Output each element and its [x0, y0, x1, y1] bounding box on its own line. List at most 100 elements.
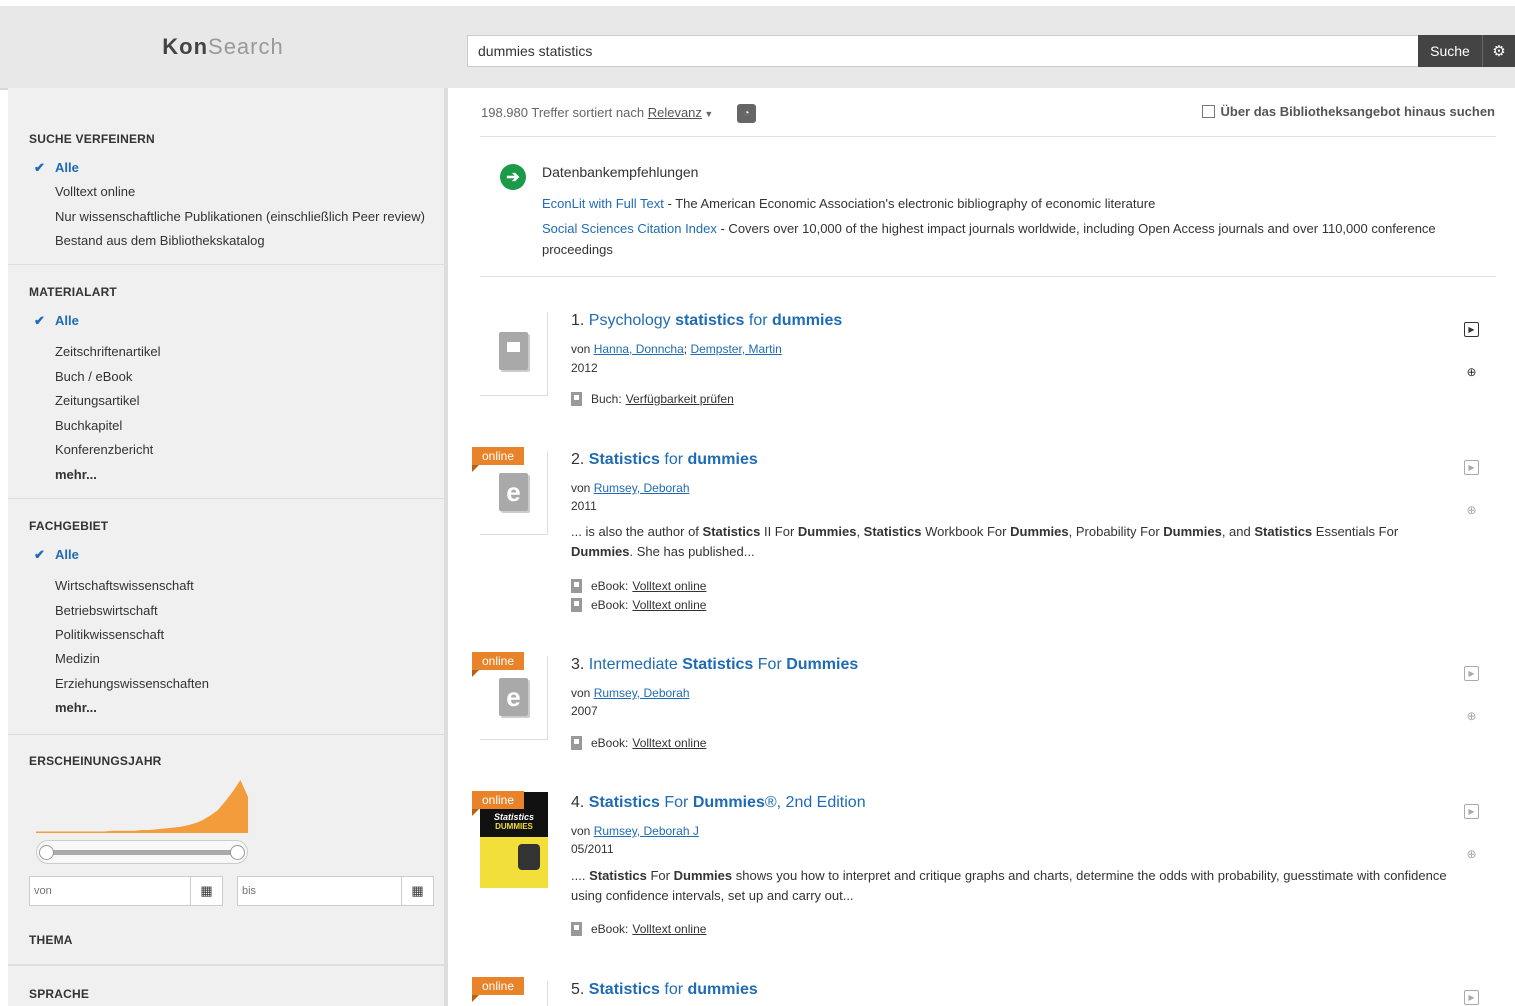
facet-theme-title: THEMA — [29, 933, 73, 947]
result-title-part: Dummies — [786, 656, 859, 673]
link-type: eBook: — [591, 922, 629, 936]
result-title-part: For — [659, 794, 693, 811]
author-link[interactable]: Rumsey, Deborah J — [594, 824, 699, 838]
year-from-input[interactable] — [29, 876, 191, 906]
subject-item-all[interactable]: ✔ Alle — [34, 547, 79, 563]
fulltext-online-link[interactable]: Volltext online — [632, 579, 706, 593]
add-to-list-icon[interactable]: ⊕ — [1464, 502, 1479, 517]
play-icon[interactable]: ▶ — [1464, 990, 1479, 1005]
fulltext-online-link[interactable]: Volltext online — [632, 922, 706, 936]
material-item-all[interactable]: ✔ Alle — [34, 313, 79, 329]
result-year: 05/2011 — [571, 842, 614, 856]
book-icon — [499, 332, 528, 370]
result-title-link[interactable]: 4. Statistics For Dummies®, 2nd Edition — [571, 794, 866, 812]
play-icon[interactable]: ▶ — [1464, 804, 1479, 819]
play-icon[interactable]: ▶ — [1464, 666, 1479, 681]
result-title-part: For — [753, 656, 787, 673]
link-type: Buch: — [591, 392, 622, 406]
facet-material-title: MATERIALART — [29, 285, 117, 299]
author-link[interactable]: Rumsey, Deborah — [594, 481, 690, 495]
refine-item-fulltext[interactable]: Volltext online — [55, 184, 135, 199]
rss-icon[interactable]: ◔ — [737, 104, 756, 123]
year-slider-handle-min[interactable] — [39, 845, 54, 860]
facet-material: MATERIALART ✔ Alle Zeitschriftenartikel B… — [8, 265, 444, 499]
material-item-journal[interactable]: Zeitschriftenartikel — [55, 344, 160, 359]
online-badge: online — [472, 447, 524, 472]
ebook-icon — [571, 598, 582, 612]
result-title-link[interactable]: 3. Intermediate Statistics For Dummies — [571, 656, 858, 674]
refine-item-all[interactable]: ✔ Alle — [34, 160, 79, 176]
refine-item-catalog[interactable]: Bestand aus dem Bibliothekskatalog — [55, 233, 265, 248]
year-histogram-area — [36, 780, 248, 833]
play-icon[interactable]: ▶ — [1464, 460, 1479, 475]
facet-language[interactable]: SPRACHE — [8, 966, 444, 1006]
result-number: 1. — [571, 312, 589, 329]
beyond-library-toggle[interactable]: Über das Bibliotheksangebot hinaus suche… — [1201, 104, 1495, 119]
add-to-list-icon[interactable]: ⊕ — [1464, 708, 1479, 723]
add-to-list-icon[interactable]: ⊕ — [1464, 364, 1479, 379]
beyond-library-checkbox[interactable] — [1201, 105, 1215, 118]
facet-refine-title: SUCHE VERFEINERN — [29, 132, 155, 146]
subject-item-business[interactable]: Betriebswirtschaft — [55, 603, 158, 618]
gear-icon[interactable]: ⚙ — [1482, 35, 1515, 67]
hit-count-bar: 198.980 Treffer sortiert nach Relevanz ▼ — [481, 105, 713, 120]
author-link[interactable]: Rumsey, Deborah — [594, 686, 690, 700]
material-item-newspaper[interactable]: Zeitungsartikel — [55, 393, 140, 408]
konsearch-logo[interactable]: Kon Search — [0, 6, 446, 88]
results-panel: 198.980 Treffer sortiert nach Relevanz ▼… — [448, 88, 1515, 1006]
refine-item-scholarly[interactable]: Nur wissenschaftliche Publikationen (ein… — [55, 209, 425, 224]
material-item-chapter[interactable]: Buchkapitel — [55, 418, 122, 433]
refine-item-all-label: Alle — [55, 160, 79, 175]
add-to-list-icon[interactable]: ⊕ — [1464, 846, 1479, 861]
result-authors: von Hanna, Donncha; Dempster, Martin — [571, 342, 782, 356]
subject-item-politics[interactable]: Politikwissenschaft — [55, 627, 164, 642]
recommendation-item: EconLit with Full Text - The American Ec… — [542, 193, 1492, 214]
result-title-link[interactable]: 1. Psychology statistics for dummies — [571, 312, 842, 330]
recommendation-link-ssci[interactable]: Social Sciences Citation Index — [542, 221, 717, 236]
year-range-slider[interactable] — [36, 840, 248, 864]
play-icon[interactable]: ▶ — [1464, 322, 1479, 337]
facet-theme[interactable]: THEMA — [8, 913, 444, 966]
online-badge: online — [472, 977, 524, 1002]
link-type: eBook: — [591, 736, 629, 750]
calendar-icon[interactable]: ▦ — [401, 876, 434, 906]
check-availability-link[interactable]: Verfügbarkeit prüfen — [626, 392, 734, 406]
year-to-input[interactable] — [237, 876, 402, 906]
caret-down-icon[interactable]: ▼ — [702, 109, 713, 119]
result-thumbnail[interactable] — [480, 312, 548, 396]
search-input[interactable] — [467, 35, 1419, 67]
cover-title-line1: Statistics — [493, 812, 535, 822]
facet-subject: FACHGEBIET ✔ Alle Wirtschaftswissenschaft… — [8, 499, 444, 735]
year-histogram-chart — [36, 780, 248, 833]
author-link[interactable]: Dempster, Martin — [690, 342, 781, 356]
subject-item-medicine[interactable]: Medizin — [55, 651, 100, 666]
result-snippet: ... is also the author of Statistics II … — [571, 524, 1399, 559]
result-year: 2011 — [571, 499, 597, 513]
subject-item-all-label: Alle — [55, 547, 79, 562]
facet-subject-title: FACHGEBIET — [29, 519, 109, 533]
fulltext-link: eBook: Volltext online — [571, 598, 706, 612]
link-type: eBook: — [591, 598, 629, 612]
recommendation-item: Social Sciences Citation Index - Covers … — [542, 218, 1492, 260]
subject-item-education[interactable]: Erziehungswissenschaften — [55, 676, 209, 691]
calendar-icon[interactable]: ▦ — [190, 876, 223, 906]
search-button[interactable]: Suche — [1418, 35, 1482, 67]
material-item-conference[interactable]: Konferenzbericht — [55, 442, 153, 457]
fulltext-online-link[interactable]: Volltext online — [632, 598, 706, 612]
result-title-part: for — [744, 312, 772, 329]
subject-more-link[interactable]: mehr... — [55, 700, 97, 715]
material-more-link[interactable]: mehr... — [55, 467, 97, 482]
fulltext-online-link[interactable]: Volltext online — [632, 736, 706, 750]
result-title-link[interactable]: 2. Statistics for dummies — [571, 451, 758, 469]
subject-item-economics[interactable]: Wirtschaftswissenschaft — [55, 578, 194, 593]
facet-language-title: SPRACHE — [29, 987, 90, 1001]
sort-dropdown[interactable]: Relevanz — [648, 105, 702, 120]
result-title-link[interactable]: 5. Statistics for dummies — [571, 981, 758, 999]
filter-sidebar: SUCHE VERFEINERN ✔ Alle Volltext online N… — [8, 88, 444, 1006]
recommendation-link-econlit[interactable]: EconLit with Full Text — [542, 196, 664, 211]
material-item-book[interactable]: Buch / eBook — [55, 369, 132, 384]
year-slider-handle-max[interactable] — [230, 845, 245, 860]
result-year: 2012 — [571, 361, 598, 375]
author-link[interactable]: Hanna, Donncha — [594, 342, 684, 356]
material-item-all-label: Alle — [55, 313, 79, 328]
